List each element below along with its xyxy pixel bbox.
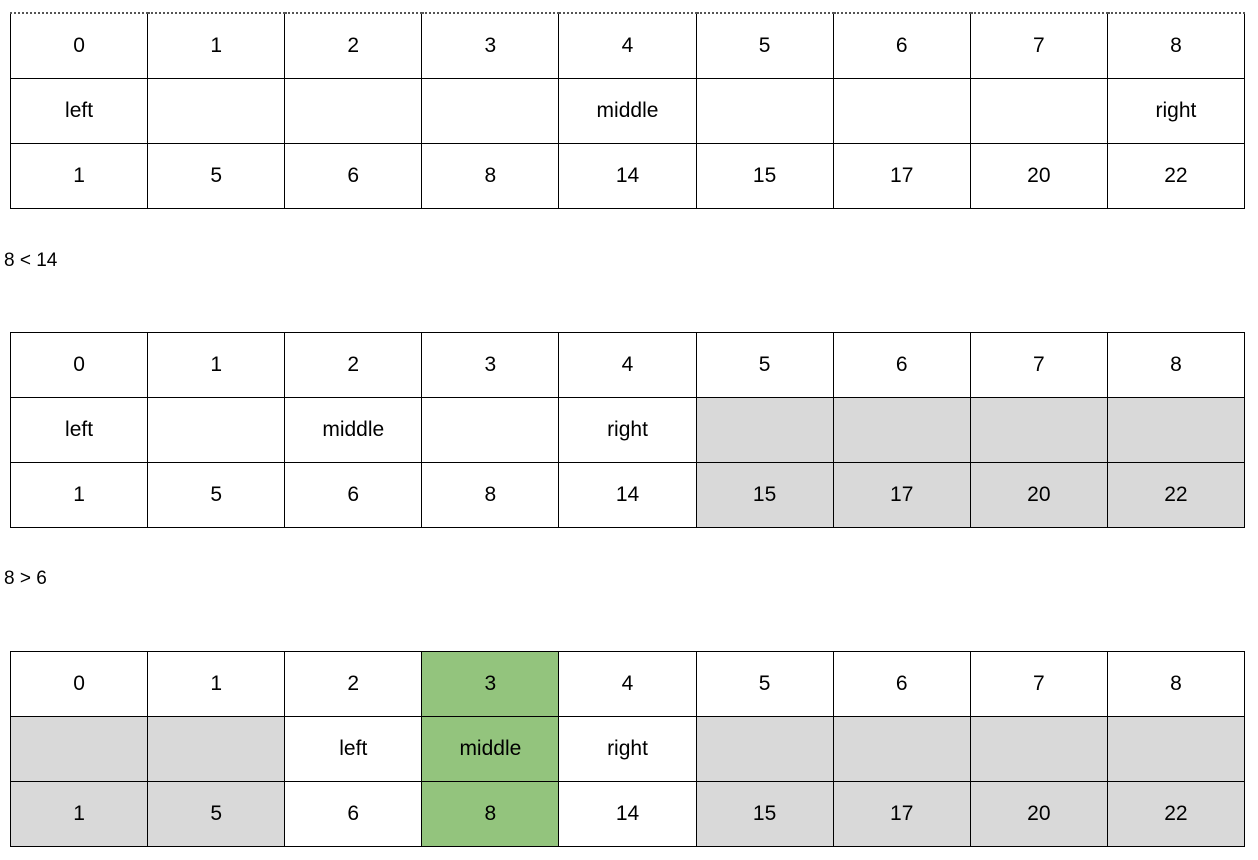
cell-pointer-row-2: left xyxy=(284,716,423,782)
cell-pointer-row-0 xyxy=(9,716,149,782)
cell-value-row-0: 1 xyxy=(9,462,149,528)
cell-value-row-7: 20 xyxy=(969,781,1108,847)
cell-index-row-8: 8 xyxy=(1106,12,1246,79)
cell-value-row-4: 14 xyxy=(558,781,697,847)
comparison-note-2: 8 > 6 xyxy=(4,568,47,589)
cell-value-row-4: 14 xyxy=(558,462,697,528)
binary-search-table-step-3: 0 1 2 3 4 5 6 7 8 left middle right 1 5 6 8 14 15 17 20 22 xyxy=(9,651,1246,847)
cell-index-row-4: 4 xyxy=(558,651,697,717)
cell-pointer-row-1 xyxy=(147,397,286,463)
cell-index-row-0: 0 xyxy=(9,332,149,398)
cell-index-row-0: 0 xyxy=(9,651,149,717)
cell-pointer-row-3 xyxy=(421,78,560,144)
cell-pointer-row-8: right xyxy=(1106,78,1246,144)
cell-index-row-5: 5 xyxy=(695,651,834,717)
cell-value-row-1: 5 xyxy=(147,781,286,847)
cell-value-row-4: 14 xyxy=(558,143,697,209)
table-row: 012345678 xyxy=(9,12,1246,79)
cell-index-row-3: 3 xyxy=(421,12,560,79)
cell-index-row-1: 1 xyxy=(147,651,286,717)
cell-index-row-4: 4 xyxy=(558,12,697,79)
cell-index-row-3: 3 xyxy=(421,651,560,717)
cell-pointer-row-7 xyxy=(969,716,1108,782)
binary-search-table-step-1: 0 1 2 3 4 5 6 7 8 left middle right 1 5 6 8 14 15 17 20 22 xyxy=(9,12,1246,209)
cell-pointer-row-3 xyxy=(421,397,560,463)
cell-index-row-8: 8 xyxy=(1106,332,1246,398)
table-row: left middle right xyxy=(9,78,1246,144)
cell-index-row-5: 5 xyxy=(695,12,834,79)
cell-value-row-5: 15 xyxy=(695,143,834,209)
cell-pointer-row-7 xyxy=(969,397,1108,463)
cell-pointer-row-5 xyxy=(695,716,834,782)
cell-pointer-row-5 xyxy=(695,78,834,144)
cell-value-row-1: 5 xyxy=(147,143,286,209)
cell-pointer-row-0: left xyxy=(9,78,149,144)
cell-value-row-6: 17 xyxy=(832,143,971,209)
cell-pointer-row-2 xyxy=(284,78,423,144)
cell-value-row-3: 8 xyxy=(421,143,560,209)
cell-index-row-1: 1 xyxy=(147,12,286,79)
cell-value-row-8: 22 xyxy=(1106,462,1246,528)
cell-index-row-1: 1 xyxy=(147,332,286,398)
cell-index-row-6: 6 xyxy=(832,12,971,79)
table-row: 1 5 6 8 14 15 17 20 22 xyxy=(9,143,1246,209)
cell-value-row-0: 1 xyxy=(9,781,149,847)
table-row: 012345678 xyxy=(9,651,1246,717)
cell-index-row-4: 4 xyxy=(558,332,697,398)
cell-index-row-7: 7 xyxy=(969,12,1108,79)
cell-pointer-row-8 xyxy=(1106,716,1246,782)
cell-value-row-7: 20 xyxy=(969,143,1108,209)
cell-value-row-6: 17 xyxy=(832,462,971,528)
binary-search-illustration: 0 1 2 3 4 5 6 7 8 left middle right 1 5 6 8 14 15 17 20 22 8… xyxy=(0,0,1258,860)
cell-index-row-5: 5 xyxy=(695,332,834,398)
cell-pointer-row-1 xyxy=(147,716,286,782)
cell-index-row-3: 3 xyxy=(421,332,560,398)
cell-value-row-1: 5 xyxy=(147,462,286,528)
cell-value-row-3: 8 xyxy=(421,781,560,847)
cell-index-row-0: 0 xyxy=(9,12,149,79)
cell-pointer-row-1 xyxy=(147,78,286,144)
cell-pointer-row-3: middle xyxy=(421,716,560,782)
table-row: 012345678 xyxy=(9,332,1246,398)
table-row: left middle right xyxy=(9,397,1246,463)
cell-index-row-6: 6 xyxy=(832,651,971,717)
cell-value-row-0: 1 xyxy=(9,143,149,209)
cell-value-row-8: 22 xyxy=(1106,781,1246,847)
cell-index-row-6: 6 xyxy=(832,332,971,398)
cell-value-row-8: 22 xyxy=(1106,143,1246,209)
cell-index-row-2: 2 xyxy=(284,651,423,717)
cell-value-row-7: 20 xyxy=(969,462,1108,528)
cell-value-row-2: 6 xyxy=(284,462,423,528)
table-row: 1 5 6 8 14 15 17 20 22 xyxy=(9,781,1246,847)
cell-pointer-row-6 xyxy=(832,78,971,144)
cell-value-row-3: 8 xyxy=(421,462,560,528)
cell-pointer-row-8 xyxy=(1106,397,1246,463)
binary-search-table-step-2: 0 1 2 3 4 5 6 7 8 left middle right 1 5 6 8 14 15 17 20 22 xyxy=(9,332,1246,528)
cell-index-row-7: 7 xyxy=(969,332,1108,398)
cell-value-row-2: 6 xyxy=(284,781,423,847)
cell-pointer-row-0: left xyxy=(9,397,149,463)
table-row: left middle right xyxy=(9,716,1246,782)
cell-value-row-6: 17 xyxy=(832,781,971,847)
cell-index-row-8: 8 xyxy=(1106,651,1246,717)
cell-value-row-5: 15 xyxy=(695,462,834,528)
cell-pointer-row-4: middle xyxy=(558,78,697,144)
cell-pointer-row-6 xyxy=(832,716,971,782)
cell-value-row-2: 6 xyxy=(284,143,423,209)
cell-pointer-row-7 xyxy=(969,78,1108,144)
cell-pointer-row-4: right xyxy=(558,397,697,463)
cell-index-row-7: 7 xyxy=(969,651,1108,717)
cell-pointer-row-5 xyxy=(695,397,834,463)
comparison-note-1: 8 < 14 xyxy=(4,250,58,271)
cell-pointer-row-6 xyxy=(832,397,971,463)
cell-pointer-row-2: middle xyxy=(284,397,423,463)
cell-index-row-2: 2 xyxy=(284,332,423,398)
cell-pointer-row-4: right xyxy=(558,716,697,782)
cell-index-row-2: 2 xyxy=(284,12,423,79)
table-row: 1 5 6 8 14 15 17 20 22 xyxy=(9,462,1246,528)
cell-value-row-5: 15 xyxy=(695,781,834,847)
